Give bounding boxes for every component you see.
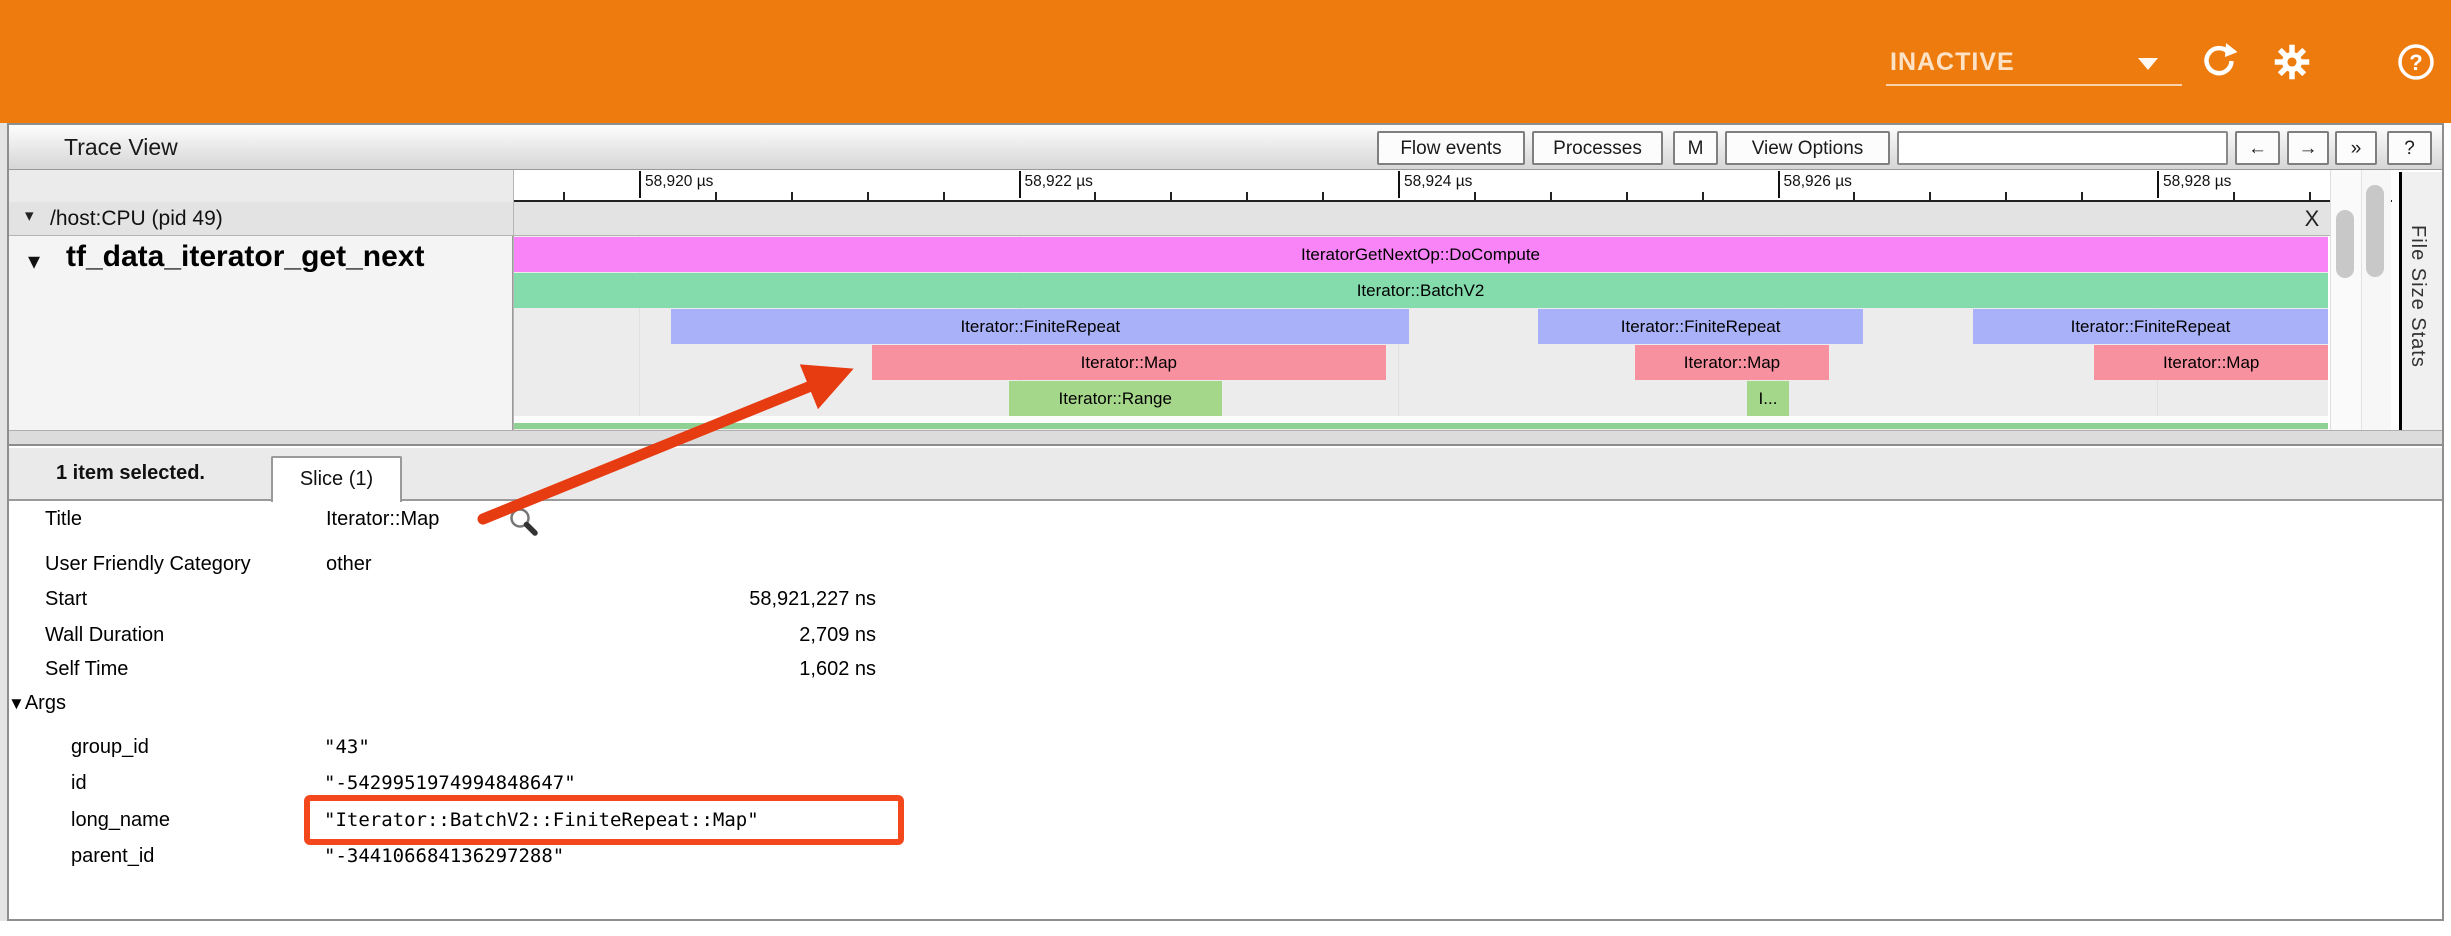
collapsed-thread-strip xyxy=(513,423,2328,429)
panel-divider xyxy=(513,170,514,430)
ruler-tick-label: 58,920 µs xyxy=(639,171,713,198)
arg-value-long_name: "Iterator::BatchV2::FiniteRepeat::Map" xyxy=(324,807,759,833)
gear-icon[interactable] xyxy=(2272,42,2312,82)
arg-key-id: id xyxy=(71,770,87,796)
vertical-scrollbar-thumb[interactable] xyxy=(2366,185,2384,277)
trace-slice[interactable]: Iterator::BatchV2 xyxy=(513,273,2328,308)
arg-value-parent_id: "-344106684136297288" xyxy=(324,843,564,869)
ruler-tick-label: 58,928 µs xyxy=(2157,171,2231,198)
arg-key-parent_id: parent_id xyxy=(71,843,154,869)
search-icon[interactable] xyxy=(508,506,540,538)
detail-label-wall-duration: Wall Duration xyxy=(45,622,164,648)
arg-value-id: "-5429951974994848647" xyxy=(324,770,576,796)
detail-label-title: Title xyxy=(45,506,82,532)
vertical-scrollbar-track[interactable] xyxy=(2330,170,2361,430)
file-size-stats-label: File Size Stats xyxy=(2406,225,2429,368)
trace-slice[interactable]: Iterator::Map xyxy=(1635,345,1829,380)
process-expander-icon[interactable]: ▾ xyxy=(25,206,34,226)
process-track-header xyxy=(9,202,2330,236)
tab-slice[interactable]: Slice (1) xyxy=(271,456,402,502)
close-track-button[interactable]: X xyxy=(2295,202,2329,236)
detail-value: 58,921,227 ns xyxy=(324,586,876,612)
app-header: INACTIVE ? xyxy=(0,0,2451,123)
trace-slice[interactable]: I... xyxy=(1747,381,1789,416)
ruler-tick-label: 58,924 µs xyxy=(1398,171,1472,198)
toolbar-button-processes[interactable]: Processes xyxy=(1532,131,1663,165)
trace-slice[interactable]: Iterator::Range xyxy=(1009,381,1222,416)
thread-name: tf_data_iterator_get_next xyxy=(66,240,424,274)
arrow-right-button[interactable]: → xyxy=(2287,131,2329,165)
selection-status: 1 item selected. xyxy=(56,448,205,499)
window-left-margin xyxy=(0,123,7,921)
trace-slice[interactable]: Iterator::Map xyxy=(2094,345,2328,380)
refresh-icon[interactable] xyxy=(2199,42,2237,80)
trace-search-input[interactable] xyxy=(1897,131,2228,165)
detail-value: 2,709 ns xyxy=(324,622,876,648)
trace-slice[interactable]: Iterator::Map xyxy=(872,345,1386,380)
horizontal-scrollbar[interactable] xyxy=(9,430,2442,446)
chevron-down-icon[interactable] xyxy=(2138,58,2158,70)
detail-label-start: Start xyxy=(45,586,87,612)
toolbar-button-flow-events[interactable]: Flow events xyxy=(1377,131,1525,165)
arg-key-long_name: long_name xyxy=(71,807,170,833)
trace-viewer-app: INACTIVE ? xyxy=(0,0,2451,936)
detail-value: Iterator::Map xyxy=(326,506,439,532)
trace-slice[interactable]: Iterator::FiniteRepeat xyxy=(671,309,1409,344)
dropdown-underline xyxy=(1886,84,2182,86)
detail-label-self-time: Self Time xyxy=(45,656,128,682)
detail-label-user-friendly-category: User Friendly Category xyxy=(45,551,251,577)
trace-slice[interactable]: Iterator::FiniteRepeat xyxy=(1538,309,1862,344)
trace-slice[interactable]: Iterator::FiniteRepeat xyxy=(1973,309,2328,344)
arg-value-group_id: "43" xyxy=(324,734,370,760)
svg-text:?: ? xyxy=(2409,50,2422,75)
args-expander-icon[interactable]: ▼ xyxy=(8,694,25,713)
track-gap xyxy=(513,416,2328,423)
detail-value: 1,602 ns xyxy=(324,656,876,682)
chevrons-button[interactable]: » xyxy=(2335,131,2377,165)
args-label: Args xyxy=(25,692,66,714)
trace-slice[interactable]: IteratorGetNextOp::DoCompute xyxy=(513,237,2328,272)
process-name: /host:CPU (pid 49) xyxy=(50,202,223,236)
panel-title: Trace View xyxy=(64,125,178,170)
ruler-tick-label: 58,922 µs xyxy=(1019,171,1093,198)
args-section-header[interactable]: ▼Args xyxy=(8,690,66,716)
toolbar-button-view-options[interactable]: View Options xyxy=(1725,131,1890,165)
detail-value: other xyxy=(326,551,372,577)
arrow-left-button[interactable]: ← xyxy=(2235,131,2280,165)
vertical-scrollbar-thumb[interactable] xyxy=(2336,210,2354,278)
help-button[interactable]: ? xyxy=(2387,131,2432,165)
ruler-tick-label: 58,926 µs xyxy=(1778,171,1852,198)
arg-key-group_id: group_id xyxy=(71,734,149,760)
run-selector-dropdown[interactable]: INACTIVE xyxy=(1890,48,2015,77)
help-icon[interactable]: ? xyxy=(2396,42,2436,82)
ruler-left-gutter xyxy=(9,170,513,202)
thread-expander-icon[interactable]: ▾ xyxy=(28,247,40,276)
toolbar-button-m[interactable]: M xyxy=(1673,131,1718,165)
